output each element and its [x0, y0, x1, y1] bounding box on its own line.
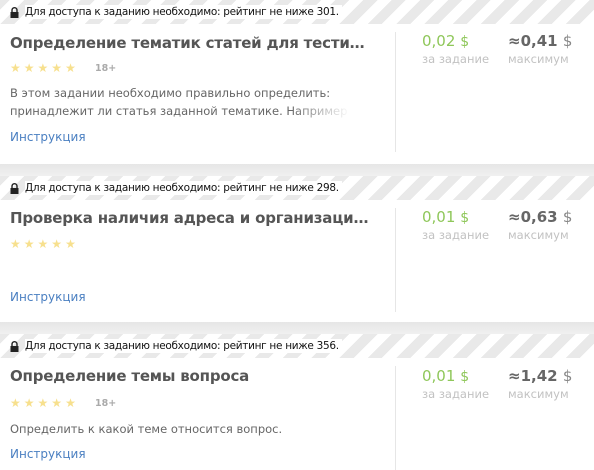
- card-separator: [0, 322, 594, 334]
- price-currency: $: [460, 34, 470, 50]
- max-value: 0,41: [520, 32, 558, 50]
- max-label: максимум: [508, 387, 569, 401]
- lock-icon: [10, 340, 19, 352]
- price-currency: $: [460, 210, 470, 226]
- rating-stars: ★ ★ ★ ★ ★: [10, 238, 76, 250]
- task-card[interactable]: Определение тематик статей для тестирова…: [0, 24, 594, 166]
- max-reward: ≈1,42 $ максимум: [508, 367, 572, 401]
- lock-requirement-text: Для доступа к заданию необходимо: рейтин…: [25, 339, 342, 353]
- price-currency: $: [460, 369, 470, 385]
- price-label: за задание: [422, 228, 490, 242]
- price-per-task: 0,02 $ за задание: [422, 32, 489, 66]
- lock-banner: Для доступа к заданию необходимо: рейтин…: [0, 334, 594, 358]
- instruction-link[interactable]: Инструкция: [10, 290, 86, 304]
- task-card[interactable]: Определение темы вопроса ★ ★ ★ ★ ★ 18+ О…: [0, 358, 594, 470]
- lock-banner: Для доступа к заданию необходимо: рейтин…: [0, 176, 594, 200]
- lock-icon: [10, 182, 19, 194]
- star-icon: ★: [37, 61, 49, 75]
- star-icon: ★: [65, 396, 76, 410]
- price-per-task: 0,01 $ за задание: [422, 367, 489, 401]
- task-card[interactable]: Проверка наличия адреса и организации на…: [0, 200, 594, 324]
- approx-sign: ≈: [508, 208, 521, 226]
- price-value: 0,01: [422, 208, 456, 226]
- price-label: за задание: [422, 387, 490, 401]
- star-icon: ★: [23, 61, 35, 75]
- max-currency: $: [562, 32, 573, 50]
- star-icon: ★: [51, 396, 63, 410]
- star-icon: ★: [10, 237, 21, 251]
- lock-banner: Для доступа к заданию необходимо: рейтин…: [0, 0, 594, 24]
- rating-stars: ★ ★ ★ ★ ★: [10, 397, 76, 409]
- task-description: Определить к какой теме относится вопрос…: [10, 420, 350, 438]
- task-title[interactable]: Определение тематик статей для тестирова…: [10, 34, 370, 52]
- star-icon: ★: [51, 237, 63, 251]
- price-per-task: 0,01 $ за задание: [422, 208, 489, 242]
- task-description: В этом задании необходимо правильно опре…: [10, 84, 350, 120]
- star-icon: ★: [23, 396, 35, 410]
- star-icon: ★: [65, 237, 76, 251]
- instruction-link[interactable]: Инструкция: [10, 447, 86, 461]
- age-badge: 18+: [95, 398, 117, 409]
- price-value: 0,01: [422, 367, 456, 385]
- star-icon: ★: [10, 396, 21, 410]
- divider: [395, 208, 396, 312]
- star-icon: ★: [51, 61, 63, 75]
- max-label: максимум: [508, 228, 569, 242]
- star-icon: ★: [65, 61, 76, 75]
- star-icon: ★: [37, 396, 49, 410]
- star-icon: ★: [10, 61, 21, 75]
- max-value: 0,63: [520, 208, 558, 226]
- task-title[interactable]: Определение темы вопроса: [10, 367, 370, 385]
- rating-stars: ★ ★ ★ ★ ★: [10, 62, 76, 74]
- task-title[interactable]: Проверка наличия адреса и организации на…: [10, 209, 370, 227]
- price-label: за задание: [422, 52, 490, 66]
- divider: [395, 366, 396, 470]
- price-value: 0,02: [422, 32, 456, 50]
- max-reward: ≈0,63 $ максимум: [508, 208, 572, 242]
- approx-sign: ≈: [508, 367, 521, 385]
- task-description-text: Определить к какой теме относится вопрос…: [10, 422, 283, 436]
- instruction-link[interactable]: Инструкция: [10, 130, 86, 144]
- lock-icon: [10, 6, 19, 18]
- task-list: Для доступа к заданию необходимо: рейтин…: [0, 0, 594, 470]
- card-separator: [0, 164, 594, 176]
- star-icon: ★: [23, 237, 35, 251]
- lock-requirement-text: Для доступа к заданию необходимо: рейтин…: [25, 181, 342, 195]
- max-label: максимум: [508, 52, 569, 66]
- age-badge: 18+: [95, 63, 117, 74]
- max-currency: $: [562, 208, 573, 226]
- max-value: 1,42: [520, 367, 558, 385]
- divider: [395, 32, 396, 152]
- max-reward: ≈0,41 $ максимум: [508, 32, 572, 66]
- approx-sign: ≈: [508, 32, 521, 50]
- max-currency: $: [562, 367, 573, 385]
- star-icon: ★: [37, 237, 49, 251]
- lock-requirement-text: Для доступа к заданию необходимо: рейтин…: [25, 5, 342, 19]
- text-fade: [290, 102, 350, 120]
